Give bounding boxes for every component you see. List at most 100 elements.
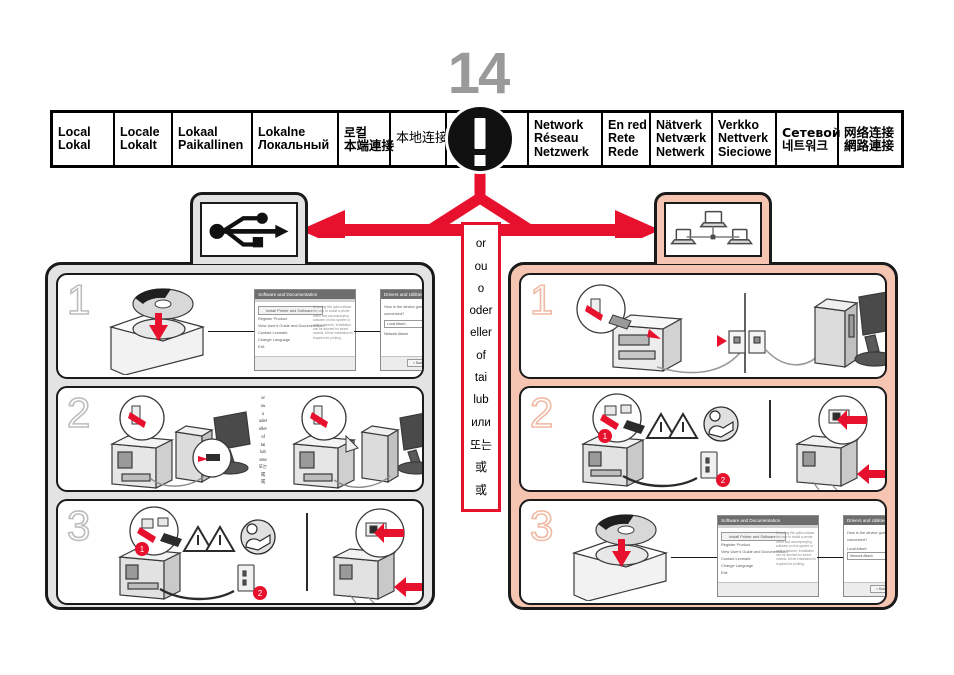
or-word: lub xyxy=(473,394,489,407)
cd-disc-icon xyxy=(108,288,206,375)
svg-text:2: 2 xyxy=(721,476,726,485)
lang-line: Sieciowe xyxy=(718,144,772,159)
dialog-description: Selecting this option allows the user to… xyxy=(313,305,353,340)
dialog-prompt: How is the device going to be connected? xyxy=(847,530,886,542)
back-button[interactable]: < Back xyxy=(407,359,422,367)
usb-tab-inner xyxy=(200,202,298,257)
dialog-footer xyxy=(718,582,818,596)
lang-line: Netwerk xyxy=(656,144,705,159)
dialog-body: How is the device going to be connected?… xyxy=(381,299,423,341)
lang-cell-local-6: 本地连接 xyxy=(391,113,449,165)
read-manual-icon xyxy=(703,406,739,442)
network-attach-option[interactable]: Network Attach xyxy=(384,331,422,337)
usb-connection-tab[interactable] xyxy=(190,192,308,264)
lang-line: 로컬 xyxy=(344,124,368,140)
or-word: oder xyxy=(469,305,493,318)
usb-step-2-card: 2 or ou o oder eller of tai lub или 또는 或… xyxy=(56,386,424,492)
network-connection-tab[interactable] xyxy=(654,192,772,264)
lang-line: Paikallinen xyxy=(178,138,244,152)
lang-line: Rede xyxy=(608,144,639,159)
lang-line: Netværk xyxy=(656,131,707,146)
or-word: of xyxy=(261,433,265,439)
lang-cell-local-1: Local Lokal xyxy=(53,113,115,165)
svg-text:1: 1 xyxy=(140,545,145,554)
step-divider xyxy=(306,513,308,591)
or-word: tai xyxy=(260,441,266,447)
dialog-menu-item[interactable]: Exit xyxy=(258,343,352,350)
or-word: eller xyxy=(259,426,267,431)
lang-line: 本地连接 xyxy=(396,131,449,147)
step-divider xyxy=(769,400,771,478)
or-word: 또는 xyxy=(258,464,268,470)
usb-step-1-card: 1 Software and Documentation Install Pri… xyxy=(56,273,424,379)
network-attach-option[interactable]: Network Attach xyxy=(847,552,885,560)
printer-power-switch-detail xyxy=(331,508,422,603)
or-word: или xyxy=(471,416,491,429)
or-separator-column: or ou o oder eller of tai lub или 또는 或 或 xyxy=(461,222,501,512)
lang-line: 本端連接 xyxy=(344,138,395,153)
net-step-3-card: 3 Software and Documentation Install Pri… xyxy=(519,499,887,605)
lang-cell-network-1: Network Réseau Netzwerk xyxy=(529,113,603,165)
dialog-menu-item[interactable]: Exit xyxy=(721,569,815,576)
lang-cell-network-6: 网络连接 網路連接 xyxy=(839,113,901,165)
svg-text:1: 1 xyxy=(603,432,608,441)
lang-cell-network-3: Nätverk Netværk Netwerk xyxy=(651,113,713,165)
dialog-title: Drivers and Utilities xyxy=(844,516,885,525)
net-step-1-card: 1 xyxy=(519,273,887,379)
or-word: или xyxy=(259,457,267,462)
or-word: 或 xyxy=(260,480,266,486)
or-word: of xyxy=(476,349,486,362)
dialog-title: Software and Documentation xyxy=(718,516,818,525)
or-word: 或 xyxy=(474,482,487,497)
lang-line: Lokal xyxy=(58,138,91,152)
cd-disc-icon xyxy=(571,514,669,601)
or-word: tai xyxy=(474,372,488,385)
dialog-description: Selecting this option allows the user to… xyxy=(776,531,816,566)
drivers-and-utilities-dialog[interactable]: Drivers and Utilities How is the device … xyxy=(843,515,886,597)
dialog-title: Drivers and Utilities xyxy=(381,290,422,299)
or-list-inline: or ou o oder eller of tai lub или 또는 或 或 xyxy=(254,395,272,486)
or-word: 또는 xyxy=(469,437,493,452)
printer-power-connection: 1 2 xyxy=(117,506,276,601)
lang-cell-network-2: En red Rete Rede xyxy=(603,113,651,165)
lang-line: 網路連接 xyxy=(844,138,895,153)
lang-line: Network xyxy=(534,117,584,132)
lang-line: Netzwerk xyxy=(534,144,589,159)
lang-line: Lokalt xyxy=(120,138,157,152)
printer-power-connection: 1 2 xyxy=(580,393,739,488)
dialog-body: Install Printer and Software Register Pr… xyxy=(255,302,355,354)
lang-cell-local-5: 로컬 本端連接 xyxy=(339,113,395,165)
dialog-prompt: How is the device going to be connected? xyxy=(384,304,423,316)
lang-line: Локальный xyxy=(258,138,330,152)
network-tab-inner xyxy=(664,202,762,257)
or-word: 或 xyxy=(474,460,487,475)
step-digit: 3 xyxy=(66,502,91,549)
lang-line: Nätverk xyxy=(656,117,702,132)
or-word: eller xyxy=(470,327,492,340)
or-word: or xyxy=(475,238,487,251)
lang-line: Lokaal xyxy=(178,124,218,139)
drivers-and-utilities-dialog[interactable]: Drivers and Utilities How is the device … xyxy=(380,289,423,371)
back-button[interactable]: < Back xyxy=(870,585,885,593)
dialog-body: How is the device going to be connected?… xyxy=(844,525,886,567)
lang-line: 网络连接 xyxy=(844,124,895,140)
lang-line: Nettverk xyxy=(718,131,769,146)
read-manual-icon xyxy=(240,519,276,555)
printer-power-switch-detail xyxy=(794,395,885,490)
network-icon xyxy=(670,210,754,245)
warning-triangle-icon xyxy=(645,412,699,439)
local-attach-option[interactable]: Local Attach xyxy=(384,320,422,328)
lang-line: 네트워크 xyxy=(782,138,829,153)
usb-icon xyxy=(209,212,289,248)
lang-line: Lokalne xyxy=(258,124,306,139)
software-and-documentation-dialog[interactable]: Software and Documentation Install Print… xyxy=(717,515,819,597)
software-and-documentation-dialog[interactable]: Software and Documentation Install Print… xyxy=(254,289,356,371)
lang-cell-local-4: Lokalne Локальный xyxy=(253,113,339,165)
printer-usb-connection-right xyxy=(291,395,422,489)
dialog-title: Software and Documentation xyxy=(255,290,355,299)
lang-line: Réseau xyxy=(534,131,579,146)
dialog-footer xyxy=(255,356,355,370)
or-word: 或 xyxy=(260,472,266,478)
wall-jack-icon xyxy=(728,330,766,354)
step-digit: 1 xyxy=(529,276,554,323)
